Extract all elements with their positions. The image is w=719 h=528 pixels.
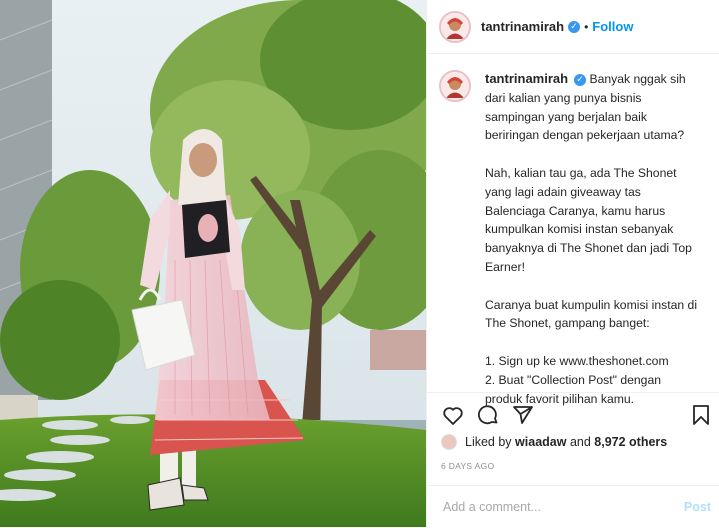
verified-badge-icon: ✓ (568, 20, 581, 33)
avatar-image (441, 12, 469, 41)
verified-badge-icon: ✓ (574, 73, 587, 86)
username[interactable]: tantrinamirah (481, 19, 564, 34)
bookmark-icon[interactable] (689, 403, 713, 427)
likes-prefix: Liked by (465, 435, 512, 449)
heart-icon[interactable] (441, 403, 465, 427)
comment-input[interactable] (441, 499, 665, 515)
caption-paragraph: Caranya buat kumpulin komisi instan di T… (485, 297, 698, 331)
liker-username[interactable]: wiaadaw (515, 435, 566, 449)
instagram-post-window: tantrinamirah ✓ • Follow tantrinamirah ✓ … (0, 0, 719, 527)
username-link[interactable]: tantrinamirah (481, 18, 564, 36)
action-bar (427, 392, 719, 439)
likes-and: and (569, 435, 591, 449)
caption: tantrinamirah ✓ Banyak nggak sih dari kal… (427, 70, 719, 427)
likes-count[interactable]: 8,972 others (594, 435, 667, 449)
caption-paragraph: Nah, kalian tau ga, ada The Shonet yang … (485, 165, 692, 274)
comment-box: Post (427, 485, 719, 528)
likes-summary: Liked by wiaadaw and 8,972 others (441, 434, 667, 450)
caption-username[interactable]: tantrinamirah (485, 71, 568, 86)
post-sidebar: tantrinamirah ✓ • Follow tantrinamirah ✓ … (426, 0, 719, 527)
liker-avatar[interactable] (441, 434, 457, 450)
post-photo[interactable] (0, 0, 426, 527)
separator-dot: • (584, 19, 589, 34)
post-timestamp[interactable]: 6 DAYS AGO (441, 461, 494, 471)
caption-avatar[interactable] (439, 70, 471, 102)
follow-button[interactable]: Follow (592, 19, 633, 34)
post-image (0, 0, 426, 527)
post-comment-button[interactable]: Post (684, 500, 711, 514)
avatar-image (441, 72, 469, 100)
comment-icon[interactable] (476, 403, 500, 427)
caption-paragraph: tantrinamirah ✓ Banyak nggak sih dari kal… (485, 70, 700, 145)
avatar[interactable] (439, 10, 471, 43)
post-header: tantrinamirah ✓ • Follow (427, 0, 719, 54)
caption-text: tantrinamirah ✓ Banyak nggak sih dari kal… (485, 70, 700, 427)
share-icon[interactable] (511, 403, 535, 427)
